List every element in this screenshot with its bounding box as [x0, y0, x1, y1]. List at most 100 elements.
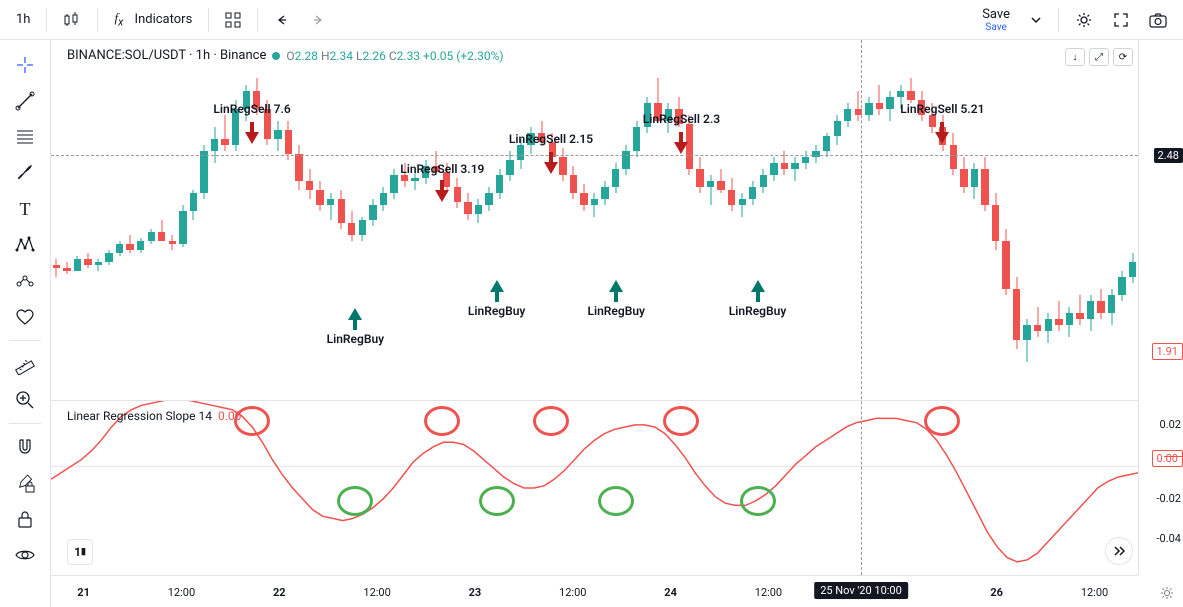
candle	[622, 40, 629, 400]
candle	[633, 40, 640, 400]
candle	[834, 40, 841, 400]
candle	[126, 40, 133, 400]
trough-circle	[479, 486, 515, 516]
candle	[728, 40, 735, 400]
candle	[1045, 40, 1052, 400]
brush-icon	[14, 162, 36, 184]
candle	[802, 40, 809, 400]
chart-style-button[interactable]	[55, 7, 89, 33]
candle	[992, 40, 999, 400]
candle	[517, 40, 524, 400]
gear-icon	[1075, 11, 1093, 29]
candle	[443, 40, 450, 400]
settings-button[interactable]	[1067, 7, 1101, 33]
visibility-tool[interactable]	[6, 538, 44, 572]
time-axis[interactable]: 2112:002212:002312:002412:00252612:0025 …	[51, 575, 1138, 607]
candle	[644, 40, 651, 400]
axis-label: -0.02	[1157, 492, 1182, 505]
zoom-tool[interactable]	[6, 383, 44, 417]
time-axis-label: 24	[664, 586, 677, 599]
lock-icon	[14, 508, 36, 530]
ruler-tool[interactable]	[6, 347, 44, 381]
indicator-svg	[51, 401, 1138, 575]
crosshair-tool[interactable]	[6, 48, 44, 82]
candle	[749, 40, 756, 400]
candle	[316, 40, 323, 400]
undo-icon	[274, 12, 290, 28]
sell-signal-label: LinRegSell 5.21	[900, 102, 984, 116]
sell-signal-label: LinRegSell 2.3	[643, 112, 720, 126]
interval-selector[interactable]: 1h	[8, 8, 38, 31]
magnet-tool[interactable]	[6, 430, 44, 464]
favorite-tool[interactable]	[6, 300, 44, 334]
buy-arrow-icon	[346, 308, 364, 330]
time-axis-label: 26	[990, 586, 1003, 599]
fullscreen-icon	[1113, 12, 1129, 28]
lock-tool[interactable]	[6, 466, 44, 500]
redo-button[interactable]	[302, 8, 334, 32]
tradingview-logo[interactable]: 1▮	[67, 539, 93, 565]
candle	[74, 40, 81, 400]
trendline-tool[interactable]	[6, 84, 44, 118]
candle	[1097, 40, 1104, 400]
forecast-tool[interactable]	[6, 264, 44, 298]
sell-arrow-icon	[542, 152, 560, 174]
indicator-pane[interactable]: Linear Regression Slope 14 0.00	[51, 400, 1138, 575]
candle	[1023, 40, 1030, 400]
candle	[665, 40, 672, 400]
grid-icon	[225, 12, 241, 28]
candle	[306, 40, 313, 400]
brush-tool[interactable]	[6, 156, 44, 190]
buy-signal-label: LinRegBuy	[468, 304, 526, 318]
fullscreen-button[interactable]	[1105, 8, 1137, 32]
undo-button[interactable]	[266, 8, 298, 32]
candle	[84, 40, 91, 400]
buy-signal-label: LinRegBuy	[729, 304, 787, 318]
candle	[274, 40, 281, 400]
candle	[285, 40, 292, 400]
text-tool[interactable]: T	[6, 192, 44, 226]
buy-arrow-icon	[749, 280, 767, 302]
price-axis[interactable]: 2.48 1.91 0.02 0.00 -0.02 -0.04	[1138, 40, 1183, 575]
sell-arrow-icon	[243, 122, 261, 144]
axis-settings-button[interactable]	[1159, 585, 1175, 601]
candle	[907, 40, 914, 400]
save-button[interactable]: SaveSave	[974, 3, 1018, 37]
save-menu-button[interactable]	[1022, 10, 1050, 30]
pane-maximize[interactable]: ⤢	[1089, 48, 1109, 66]
zoom-icon	[14, 389, 36, 411]
candle	[981, 40, 988, 400]
candle	[63, 40, 70, 400]
candle	[549, 40, 556, 400]
pane-move-down[interactable]: ↓	[1065, 48, 1085, 66]
candle	[496, 40, 503, 400]
candle	[696, 40, 703, 400]
candle	[960, 40, 967, 400]
sell-arrow-icon	[933, 122, 951, 144]
candle	[53, 40, 60, 400]
price-dashed-line	[51, 155, 1138, 156]
layouts-button[interactable]	[217, 8, 249, 32]
scroll-to-realtime[interactable]	[1105, 537, 1133, 565]
candle	[1066, 40, 1073, 400]
candle	[348, 40, 355, 400]
candle	[591, 40, 598, 400]
gear-icon	[1159, 585, 1175, 601]
candle	[454, 40, 461, 400]
symbol-label[interactable]: BINANCE:SOL/USDT · 1h · Binance	[67, 48, 266, 63]
candle	[148, 40, 155, 400]
candle	[918, 40, 925, 400]
price-chart-pane[interactable]: LinRegSell 7.6LinRegSell 3.19LinRegSell …	[51, 40, 1138, 400]
pattern-tool[interactable]	[6, 228, 44, 262]
save-sublabel: Save	[985, 22, 1006, 33]
lock-all-tool[interactable]	[6, 502, 44, 536]
snapshot-button[interactable]	[1141, 8, 1175, 32]
candle	[464, 40, 471, 400]
candle	[105, 40, 112, 400]
fib-tool[interactable]	[6, 120, 44, 154]
buy-arrow-icon	[607, 280, 625, 302]
candle	[823, 40, 830, 400]
indicators-button[interactable]: fx Indicators	[106, 6, 200, 33]
pane-close[interactable]: ⟳	[1113, 48, 1133, 66]
candle	[876, 40, 883, 400]
